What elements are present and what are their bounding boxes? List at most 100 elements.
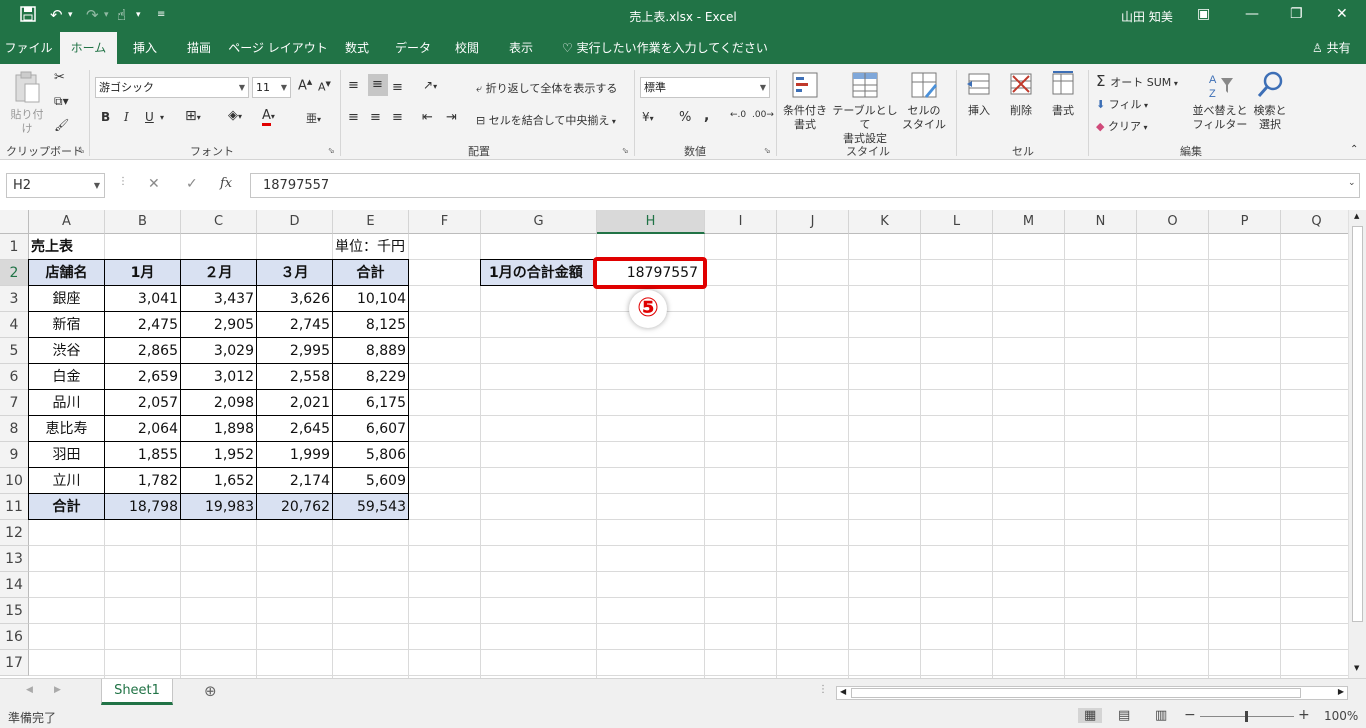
- sales-value-cell[interactable]: 2,995: [257, 338, 332, 363]
- autosum-button[interactable]: Σ オート SUM ▾: [1096, 72, 1178, 90]
- share-button[interactable]: ♙ 共有: [1312, 32, 1351, 64]
- column-header-a[interactable]: A: [29, 210, 105, 234]
- table-header-cell[interactable]: ２月: [181, 260, 256, 285]
- normal-view-icon[interactable]: ▦: [1078, 708, 1103, 723]
- expand-formula-bar-icon[interactable]: ⌄: [1348, 178, 1356, 188]
- sales-value-cell[interactable]: 2,905: [181, 312, 256, 337]
- store-name-cell[interactable]: 品川: [29, 390, 104, 415]
- row-header-11[interactable]: 11: [0, 494, 29, 520]
- store-name-cell[interactable]: 新宿: [29, 312, 104, 337]
- minimize-icon[interactable]: —: [1245, 6, 1259, 22]
- fill-button[interactable]: ⬇ フィル ▾: [1096, 96, 1148, 112]
- decrease-decimal-icon[interactable]: .00→: [752, 110, 774, 120]
- scroll-right-icon[interactable]: ▶: [1338, 687, 1344, 696]
- sales-value-cell[interactable]: 2,174: [257, 468, 332, 493]
- horizontal-scrollbar[interactable]: ◀ ▶: [836, 686, 1348, 700]
- page-break-view-icon[interactable]: ▥: [1155, 708, 1167, 723]
- insert-function-button[interactable]: fx: [220, 176, 232, 191]
- fill-color-icon[interactable]: ◈▾: [228, 108, 242, 123]
- sales-value-cell[interactable]: 2,865: [105, 338, 180, 363]
- sales-value-cell[interactable]: 6,175: [333, 390, 408, 415]
- paste-button[interactable]: 貼り付け: [6, 70, 48, 136]
- sales-value-cell[interactable]: 8,889: [333, 338, 408, 363]
- wrap-text-button[interactable]: ⤶ 折り返して全体を表示する: [476, 80, 617, 96]
- tab-page-layout[interactable]: ページ レイアウト: [228, 32, 328, 64]
- sheet-tab-sheet1[interactable]: Sheet1: [101, 679, 173, 705]
- tell-me-box[interactable]: ♡ 実行したい作業を入力してください: [562, 32, 768, 64]
- italic-button[interactable]: I: [124, 110, 129, 124]
- column-header-d[interactable]: D: [257, 210, 333, 234]
- row-header-9[interactable]: 9: [0, 442, 29, 468]
- font-size-combo[interactable]: 11 ▼: [252, 77, 291, 98]
- column-header-i[interactable]: I: [705, 210, 777, 234]
- sales-value-cell[interactable]: 5,806: [333, 442, 408, 467]
- underline-button[interactable]: U: [145, 110, 154, 124]
- column-header-j[interactable]: J: [777, 210, 849, 234]
- store-name-cell[interactable]: 渋谷: [29, 338, 104, 363]
- zoom-slider-thumb[interactable]: [1245, 711, 1248, 722]
- format-as-table-button[interactable]: テーブルとして 書式設定: [830, 70, 900, 146]
- zoom-level[interactable]: 100%: [1324, 709, 1358, 723]
- row-header-10[interactable]: 10: [0, 468, 29, 494]
- row-header-3[interactable]: 3: [0, 286, 29, 312]
- select-all-corner[interactable]: [0, 210, 29, 234]
- conditional-format-button[interactable]: 条件付き 書式: [780, 70, 830, 132]
- sales-value-cell[interactable]: 3,041: [105, 286, 180, 311]
- underline-dropdown-icon[interactable]: ▾: [160, 113, 164, 122]
- format-painter-icon[interactable]: 🖌: [54, 118, 69, 132]
- row-header-12[interactable]: 12: [0, 520, 29, 546]
- sales-value-cell[interactable]: 1,652: [181, 468, 256, 493]
- tab-draw[interactable]: 描画: [176, 32, 222, 64]
- format-cells-button[interactable]: 書式: [1044, 70, 1082, 118]
- dialog-launcher-icon[interactable]: ⬂: [328, 146, 335, 155]
- align-left-icon[interactable]: ≡: [348, 110, 359, 125]
- table-header-cell[interactable]: 店舗名: [29, 260, 104, 285]
- cut-icon[interactable]: ✂: [54, 70, 65, 85]
- sales-value-cell[interactable]: 3,626: [257, 286, 332, 311]
- column-header-m[interactable]: M: [993, 210, 1065, 234]
- decrease-indent-icon[interactable]: ⇤: [422, 110, 433, 125]
- column-header-c[interactable]: C: [181, 210, 257, 234]
- zoom-in-icon[interactable]: +: [1298, 707, 1310, 723]
- vertical-scrollbar[interactable]: ▲ ▼: [1348, 210, 1366, 678]
- currency-icon[interactable]: ¥▾: [642, 110, 654, 124]
- column-header-l[interactable]: L: [921, 210, 993, 234]
- close-icon[interactable]: ✕: [1336, 6, 1348, 22]
- total-value-cell[interactable]: 59,543: [333, 494, 408, 519]
- table-header-cell[interactable]: 合計: [333, 260, 408, 285]
- sales-value-cell[interactable]: 2,021: [257, 390, 332, 415]
- find-select-button[interactable]: 検索と 選択: [1250, 70, 1290, 132]
- column-header-g[interactable]: G: [481, 210, 597, 234]
- row-header-13[interactable]: 13: [0, 546, 29, 572]
- cell-h2-selected[interactable]: 18797557: [597, 260, 704, 285]
- sales-value-cell[interactable]: 1,952: [181, 442, 256, 467]
- scroll-down-icon[interactable]: ▼: [1354, 664, 1359, 672]
- column-header-b[interactable]: B: [105, 210, 181, 234]
- sales-value-cell[interactable]: 8,229: [333, 364, 408, 389]
- bold-button[interactable]: B: [101, 110, 110, 124]
- column-header-p[interactable]: P: [1209, 210, 1281, 234]
- tab-review[interactable]: 校閲: [444, 32, 490, 64]
- table-header-cell[interactable]: 1月: [105, 260, 180, 285]
- column-header-q[interactable]: Q: [1281, 210, 1353, 234]
- orientation-icon[interactable]: ↗▾: [423, 78, 437, 92]
- tab-insert[interactable]: 挿入: [122, 32, 168, 64]
- sales-value-cell[interactable]: 3,029: [181, 338, 256, 363]
- sales-value-cell[interactable]: 2,659: [105, 364, 180, 389]
- tab-home[interactable]: ホーム: [60, 32, 117, 64]
- cell-a1[interactable]: 売上表: [29, 234, 104, 259]
- store-name-cell[interactable]: 立川: [29, 468, 104, 493]
- collapse-ribbon-icon[interactable]: ⌃: [1350, 144, 1358, 155]
- row-header-15[interactable]: 15: [0, 598, 29, 624]
- column-header-e[interactable]: E: [333, 210, 409, 234]
- enter-icon[interactable]: ✓: [186, 176, 198, 192]
- name-box[interactable]: H2 ▼: [6, 173, 105, 198]
- tab-file[interactable]: ファイル: [0, 32, 57, 64]
- sales-value-cell[interactable]: 2,098: [181, 390, 256, 415]
- sales-value-cell[interactable]: 1,782: [105, 468, 180, 493]
- dialog-launcher-icon[interactable]: ⬂: [78, 146, 85, 155]
- store-name-cell[interactable]: 白金: [29, 364, 104, 389]
- restore-icon[interactable]: ❐: [1290, 6, 1303, 22]
- sales-value-cell[interactable]: 2,745: [257, 312, 332, 337]
- grow-font-icon[interactable]: A▲: [298, 78, 312, 93]
